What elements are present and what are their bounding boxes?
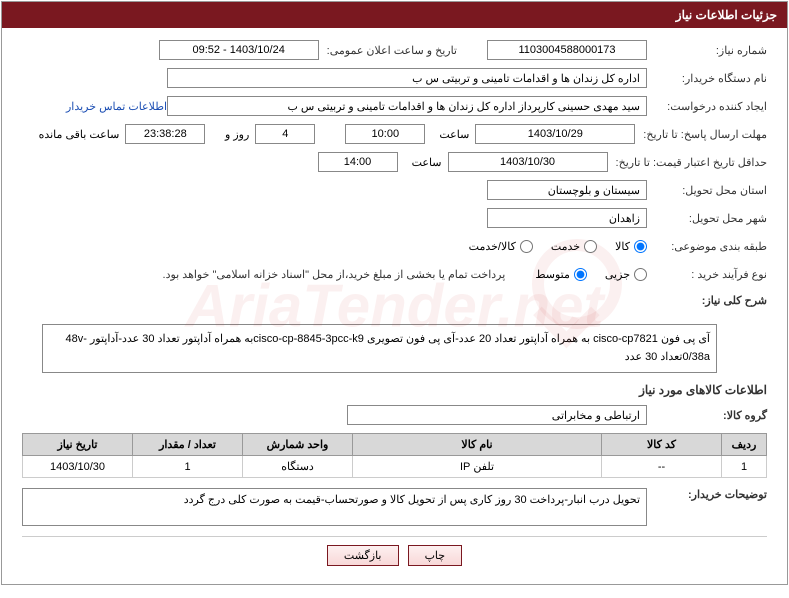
process-label: نوع فرآیند خرید : (647, 268, 767, 281)
deadline-time-field: 10:00 (345, 124, 425, 144)
need-no-field: 1103004588000173 (487, 40, 647, 60)
panel-title: جزئیات اطلاعات نیاز (676, 8, 777, 22)
buyer-label: نام دستگاه خریدار: (647, 72, 767, 85)
remaining-label: ساعت باقی مانده (33, 128, 126, 141)
process-radio-group: جزیی متوسط (535, 268, 647, 281)
proc-minor-radio[interactable] (634, 268, 647, 281)
validity-label: حداقل تاریخ اعتبار قیمت: تا تاریخ: (608, 156, 767, 169)
province-field: سیستان و بلوچستان (487, 180, 647, 200)
cat-service-radio[interactable] (584, 240, 597, 253)
back-button[interactable]: بازگشت (327, 545, 399, 566)
deadline-date-field: 1403/10/29 (475, 124, 635, 144)
province-label: استان محل تحویل: (647, 184, 767, 197)
creator-label: ایجاد کننده درخواست: (647, 100, 767, 113)
goods-section-title: اطلاعات کالاهای مورد نیاز (22, 383, 767, 397)
city-label: شهر محل تحویل: (647, 212, 767, 225)
td-qty: 1 (133, 456, 243, 478)
cat-goods-item[interactable]: کالا (615, 240, 647, 253)
cat-both-label: کالا/خدمت (469, 240, 516, 253)
print-button[interactable]: چاپ (408, 545, 463, 566)
validity-time-field: 14:00 (318, 152, 398, 172)
th-code: کد کالا (602, 434, 722, 456)
cat-goods-label: کالا (615, 240, 630, 253)
proc-medium-radio[interactable] (574, 268, 587, 281)
td-unit: دستگاه (243, 456, 353, 478)
hour-label-2: ساعت (398, 156, 448, 169)
days-label: روز و (205, 128, 255, 141)
deadline-label: مهلت ارسال پاسخ: تا تاریخ: (635, 128, 767, 141)
need-no-label: شماره نیاز: (647, 44, 767, 57)
city-field: زاهدان (487, 208, 647, 228)
panel-content: AriaTender.net شماره نیاز: 1103004588000… (2, 28, 787, 584)
th-row: ردیف (722, 434, 767, 456)
payment-note: پرداخت تمام یا بخشی از مبلغ خرید،از محل … (163, 268, 506, 281)
th-date: تاریخ نیاز (23, 434, 133, 456)
td-row: 1 (722, 456, 767, 478)
table-row: 1 -- تلفن IP دستگاه 1 1403/10/30 (23, 456, 767, 478)
hour-label-1: ساعت (425, 128, 475, 141)
proc-medium-label: متوسط (535, 268, 570, 281)
td-name: تلفن IP (353, 456, 602, 478)
panel-header: جزئیات اطلاعات نیاز (2, 2, 787, 28)
main-panel: جزئیات اطلاعات نیاز AriaTender.net شماره… (1, 1, 788, 585)
th-qty: تعداد / مقدار (133, 434, 243, 456)
buyer-notes-label: توضیحات خریدار: (647, 488, 767, 501)
countdown-field: 23:38:28 (125, 124, 205, 144)
proc-minor-label: جزیی (605, 268, 630, 281)
th-unit: واحد شمارش (243, 434, 353, 456)
proc-medium-item[interactable]: متوسط (535, 268, 587, 281)
announce-label: تاریخ و ساعت اعلان عمومی: (319, 44, 487, 57)
days-field: 4 (255, 124, 315, 144)
td-date: 1403/10/30 (23, 456, 133, 478)
cat-service-item[interactable]: خدمت (551, 240, 597, 253)
cat-both-item[interactable]: کالا/خدمت (469, 240, 533, 253)
category-label: طبقه بندی موضوعی: (647, 240, 767, 253)
contact-link[interactable]: اطلاعات تماس خریدار (66, 100, 167, 113)
cat-goods-radio[interactable] (634, 240, 647, 253)
summary-label: شرح کلی نیاز: (647, 294, 767, 307)
cat-service-label: خدمت (551, 240, 580, 253)
table-header-row: ردیف کد کالا نام کالا واحد شمارش تعداد /… (23, 434, 767, 456)
creator-field: سید مهدی حسینی کارپرداز اداره کل زندان ه… (167, 96, 647, 116)
buyer-field: اداره کل زندان ها و اقدامات تامینی و ترب… (167, 68, 647, 88)
summary-box: آی پی فون cisco-cp7821 به همراه آداپتور … (42, 324, 717, 373)
proc-minor-item[interactable]: جزیی (605, 268, 647, 281)
validity-date-field: 1403/10/30 (448, 152, 608, 172)
th-name: نام کالا (353, 434, 602, 456)
category-radio-group: کالا خدمت کالا/خدمت (469, 240, 647, 253)
buyer-notes-box: تحویل درب انبار-پرداخت 30 روز کاری پس از… (22, 488, 647, 526)
button-row: چاپ بازگشت (22, 536, 767, 574)
goods-table: ردیف کد کالا نام کالا واحد شمارش تعداد /… (22, 433, 767, 478)
group-label: گروه کالا: (647, 409, 767, 422)
td-code: -- (602, 456, 722, 478)
group-field: ارتباطی و مخابراتی (347, 405, 647, 425)
cat-both-radio[interactable] (520, 240, 533, 253)
announce-field: 1403/10/24 - 09:52 (159, 40, 319, 60)
